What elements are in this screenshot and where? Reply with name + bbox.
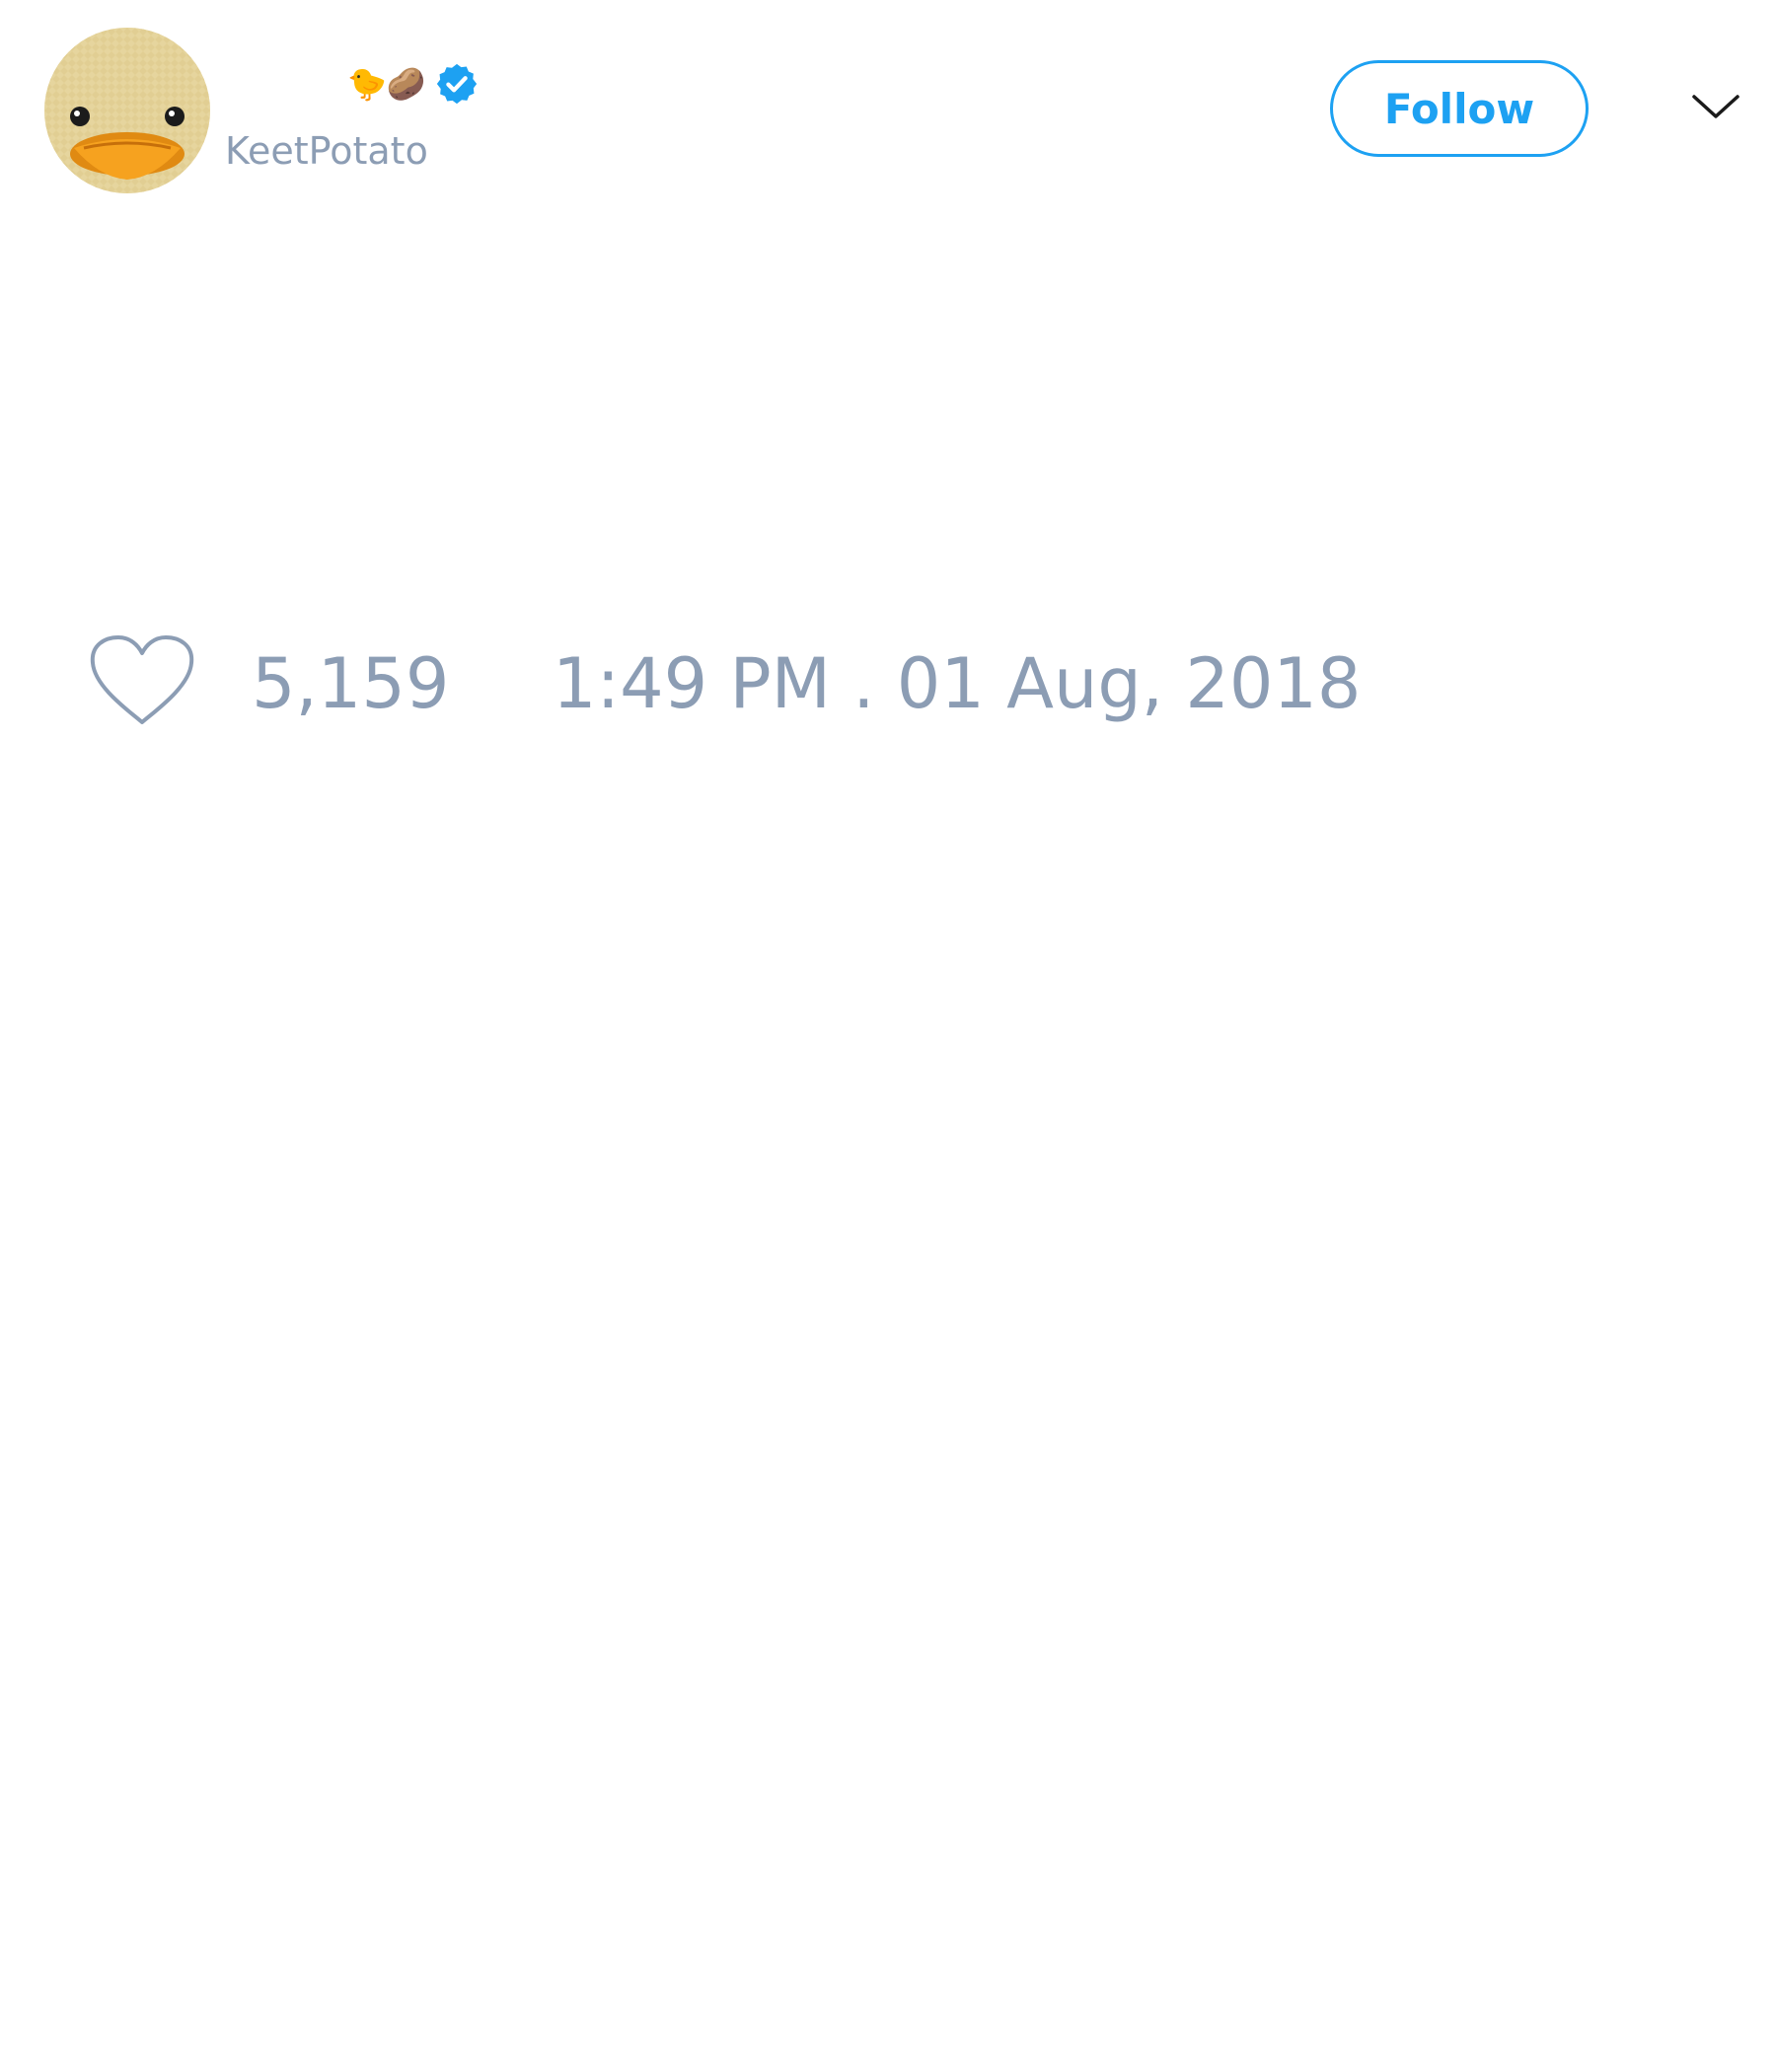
verified-badge-icon — [436, 63, 477, 105]
user-handle[interactable]: KeetPotato — [225, 126, 428, 176]
like-count: 5,159 — [252, 643, 450, 724]
avatar[interactable] — [44, 28, 210, 193]
like-button[interactable] — [89, 631, 195, 730]
chevron-down-icon[interactable] — [1691, 91, 1740, 122]
follow-button[interactable]: Follow — [1330, 60, 1589, 157]
heart-icon — [90, 635, 194, 724]
display-name[interactable]: 🐤🥔 — [347, 59, 480, 109]
duck-avatar-image — [44, 28, 210, 193]
tweet-timestamp[interactable]: 1:49 PM . 01 Aug, 2018 — [553, 639, 1361, 728]
display-name-emoji: 🐤🥔 — [347, 65, 426, 103]
